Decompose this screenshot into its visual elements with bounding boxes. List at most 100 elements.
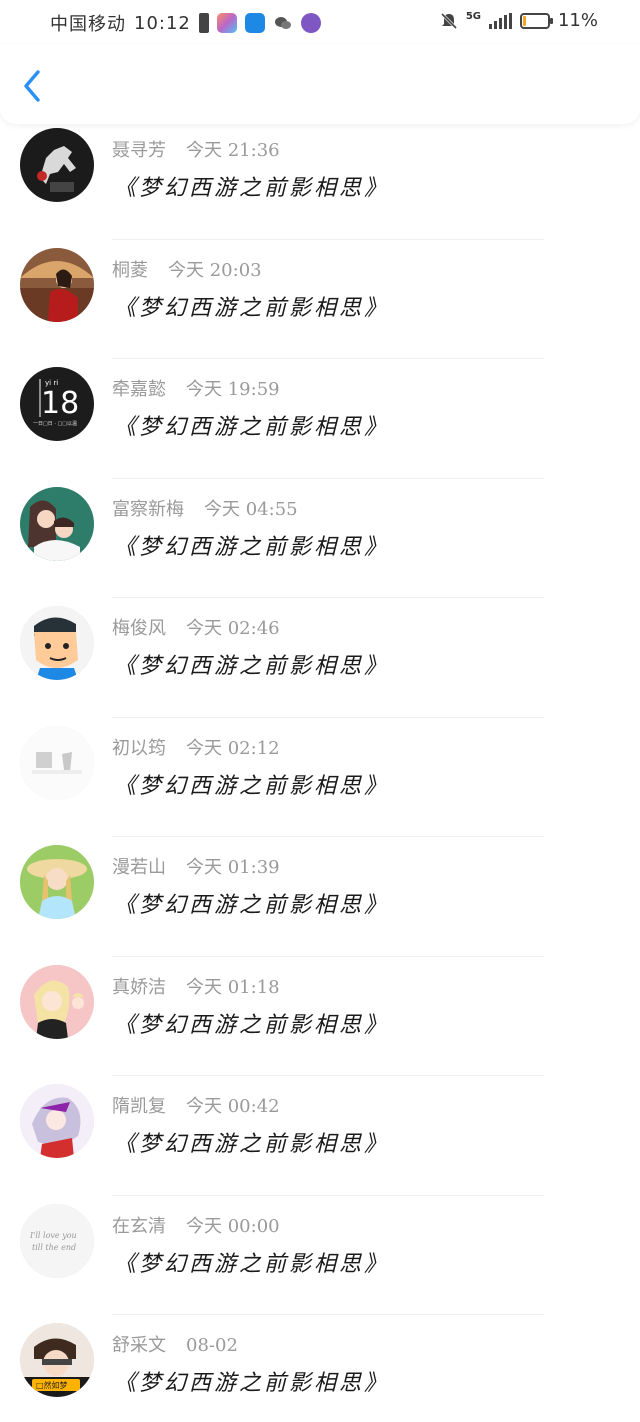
phone-screen: 中国移动 10:12 5G 11% 聂寻芳 今天 21:36 《梦幻西游之前影相… <box>0 0 640 1422</box>
message-meta: 聂寻芳 今天 21:36 <box>112 136 280 162</box>
avatar-couple-teal[interactable] <box>20 486 94 561</box>
carrier-name: 中国移动 <box>50 14 126 35</box>
avatar-faded-grey[interactable] <box>20 725 94 800</box>
message-meta: 在玄清 今天 00:00 <box>112 1212 280 1238</box>
message-meta: 隋凯复 今天 00:42 <box>112 1092 280 1118</box>
message-text: 《梦幻西游之前影相思》 <box>114 773 390 799</box>
message-text: 《梦幻西游之前影相思》 <box>114 893 390 918</box>
message-time: 08-02 <box>186 1335 238 1356</box>
message-meta: 梅俊风 今天 02:46 <box>112 614 280 640</box>
message-time: 今天 01:18 <box>186 976 280 998</box>
message-meta: 富察新梅 今天 04:55 <box>112 495 298 521</box>
message-text: 《梦幻西游之前影相思》 <box>114 1371 390 1396</box>
message-text: 《梦幻西游之前影相思》 <box>114 1132 390 1157</box>
message-row[interactable]: 聂寻芳 今天 21:36 《梦幻西游之前影相思》 <box>0 120 640 240</box>
message-text: 《梦幻西游之前影相思》 <box>114 295 390 321</box>
message-time: 今天 01:39 <box>186 857 280 878</box>
sender-name: 在玄清 <box>112 1215 166 1237</box>
message-text: 《梦幻西游之前影相思》 <box>114 534 390 560</box>
sender-name: 隋凯复 <box>112 1096 166 1117</box>
handwriting-white-avatar-image: I'll love you till the end <box>20 1203 94 1278</box>
message-row[interactable]: 隋凯复 今天 00:42 《梦幻西游之前影相思》 <box>0 1076 640 1196</box>
status-bar-left: 中国移动 10:12 <box>50 10 321 36</box>
battery-icon <box>519 12 553 29</box>
wechat-icon <box>273 13 293 33</box>
warning-icon <box>198 13 209 33</box>
message-meta: 舒采文 08-02 <box>112 1331 238 1357</box>
app-store-icon <box>216 13 237 33</box>
svg-text:18: 18 <box>41 386 79 421</box>
message-meta: 真娇洁 今天 01:18 <box>112 973 280 999</box>
svg-text:I'll love you: I'll love you <box>29 1231 77 1240</box>
back-button[interactable] <box>18 68 50 104</box>
sender-name: 桐菱 <box>112 259 148 281</box>
message-meta: 初以筠 今天 02:12 <box>112 734 280 760</box>
couple-teal-avatar-image <box>20 486 94 561</box>
message-row[interactable]: I'll love you till the end 在玄清 今天 00:00 … <box>0 1196 640 1315</box>
message-text: 《梦幻西游之前影相思》 <box>114 654 390 679</box>
cartoon-man-avatar-image <box>20 606 94 680</box>
sender-name: 初以筠 <box>112 737 166 759</box>
message-time: 今天 02:12 <box>186 737 280 759</box>
message-row[interactable]: 富察新梅 今天 04:55 《梦幻西游之前影相思》 <box>0 479 640 598</box>
message-time: 今天 19:59 <box>186 379 280 400</box>
anime-girl-silver-avatar-image <box>20 1084 94 1158</box>
message-row[interactable]: □然如梦 舒采文 08-02 《梦幻西游之前影相思》 <box>0 1315 640 1422</box>
message-time: 今天 04:55 <box>204 498 298 520</box>
message-time: 今天 20:03 <box>168 259 262 281</box>
girl-red-umbrella-avatar-image <box>20 247 94 322</box>
weather-icon <box>244 13 265 33</box>
sender-name: 梅俊风 <box>112 618 166 639</box>
sender-name: 漫若山 <box>112 857 166 878</box>
avatar-boy-caption[interactable]: □然如梦 <box>20 1323 94 1397</box>
avatar-girl-red-umbrella[interactable] <box>20 247 94 322</box>
avatar-cartoon-man[interactable] <box>20 606 94 680</box>
svg-text:□然如梦: □然如梦 <box>36 1380 68 1390</box>
message-time: 今天 21:36 <box>186 140 280 161</box>
message-time: 今天 02:46 <box>186 618 280 639</box>
signal-icon <box>488 12 512 29</box>
message-row[interactable]: 漫若山 今天 01:39 《梦幻西游之前影相思》 <box>0 837 640 957</box>
network-type: 5G <box>465 11 481 22</box>
message-row[interactable]: 真娇洁 今天 01:18 《梦幻西游之前影相思》 <box>0 957 640 1076</box>
message-meta: 漫若山 今天 01:39 <box>112 853 280 879</box>
chevron-left-icon <box>24 70 40 102</box>
avatar-girl-straw-hat[interactable] <box>20 845 94 919</box>
message-row[interactable]: 初以筠 今天 02:12 《梦幻西游之前影相思》 <box>0 718 640 837</box>
message-time: 今天 00:00 <box>186 1215 280 1237</box>
message-row[interactable]: 桐菱 今天 20:03 《梦幻西游之前影相思》 <box>0 240 640 359</box>
faded-grey-avatar-image <box>20 725 94 800</box>
sender-name: 牵嘉懿 <box>112 379 166 400</box>
message-row[interactable]: 梅俊风 今天 02:46 《梦幻西游之前影相思》 <box>0 598 640 718</box>
svg-text:一日□日 · □□以温: 一日□日 · □□以温 <box>33 420 77 427</box>
battery-percentage: 11% <box>557 10 598 31</box>
message-list: 聂寻芳 今天 21:36 《梦幻西游之前影相思》 桐菱 今天 20:03 《梦幻… <box>0 120 640 1422</box>
status-bar: 中国移动 10:12 5G 11% <box>0 0 640 44</box>
mute-icon <box>440 12 458 30</box>
avatar-handwriting-white[interactable]: I'll love you till the end <box>20 1203 94 1278</box>
status-bar-right: 5G 11% <box>440 10 598 31</box>
svg-text:till the end: till the end <box>32 1243 76 1252</box>
message-text: 《梦幻西游之前影相思》 <box>114 1251 390 1277</box>
sender-name: 富察新梅 <box>112 498 184 520</box>
message-meta: 桐菱 今天 20:03 <box>112 256 262 282</box>
avatar-horse-statue[interactable] <box>20 128 94 202</box>
anime-girl-blonde-avatar-image <box>20 964 94 1039</box>
boy-caption-avatar-image: □然如梦 <box>20 1323 94 1397</box>
avatar-number-18-black[interactable]: yi ri 18 一日□日 · □□以温 <box>20 367 94 441</box>
message-time: 今天 00:42 <box>186 1096 280 1117</box>
message-text: 《梦幻西游之前影相思》 <box>114 1012 390 1038</box>
navigation-bar <box>0 44 640 124</box>
music-icon <box>300 13 321 33</box>
message-meta: 牵嘉懿 今天 19:59 <box>112 375 280 401</box>
girl-straw-hat-avatar-image <box>20 845 94 919</box>
sender-name: 聂寻芳 <box>112 140 166 161</box>
avatar-anime-girl-silver[interactable] <box>20 1084 94 1158</box>
message-text: 《梦幻西游之前影相思》 <box>114 176 390 201</box>
avatar-anime-girl-blonde[interactable] <box>20 964 94 1039</box>
sender-name: 舒采文 <box>112 1335 166 1356</box>
message-row[interactable]: yi ri 18 一日□日 · □□以温 牵嘉懿 今天 19:59 《梦幻西游之… <box>0 359 640 479</box>
message-text: 《梦幻西游之前影相思》 <box>114 415 390 440</box>
clock: 10:12 <box>134 12 191 34</box>
horse-statue-avatar-image <box>20 128 94 202</box>
